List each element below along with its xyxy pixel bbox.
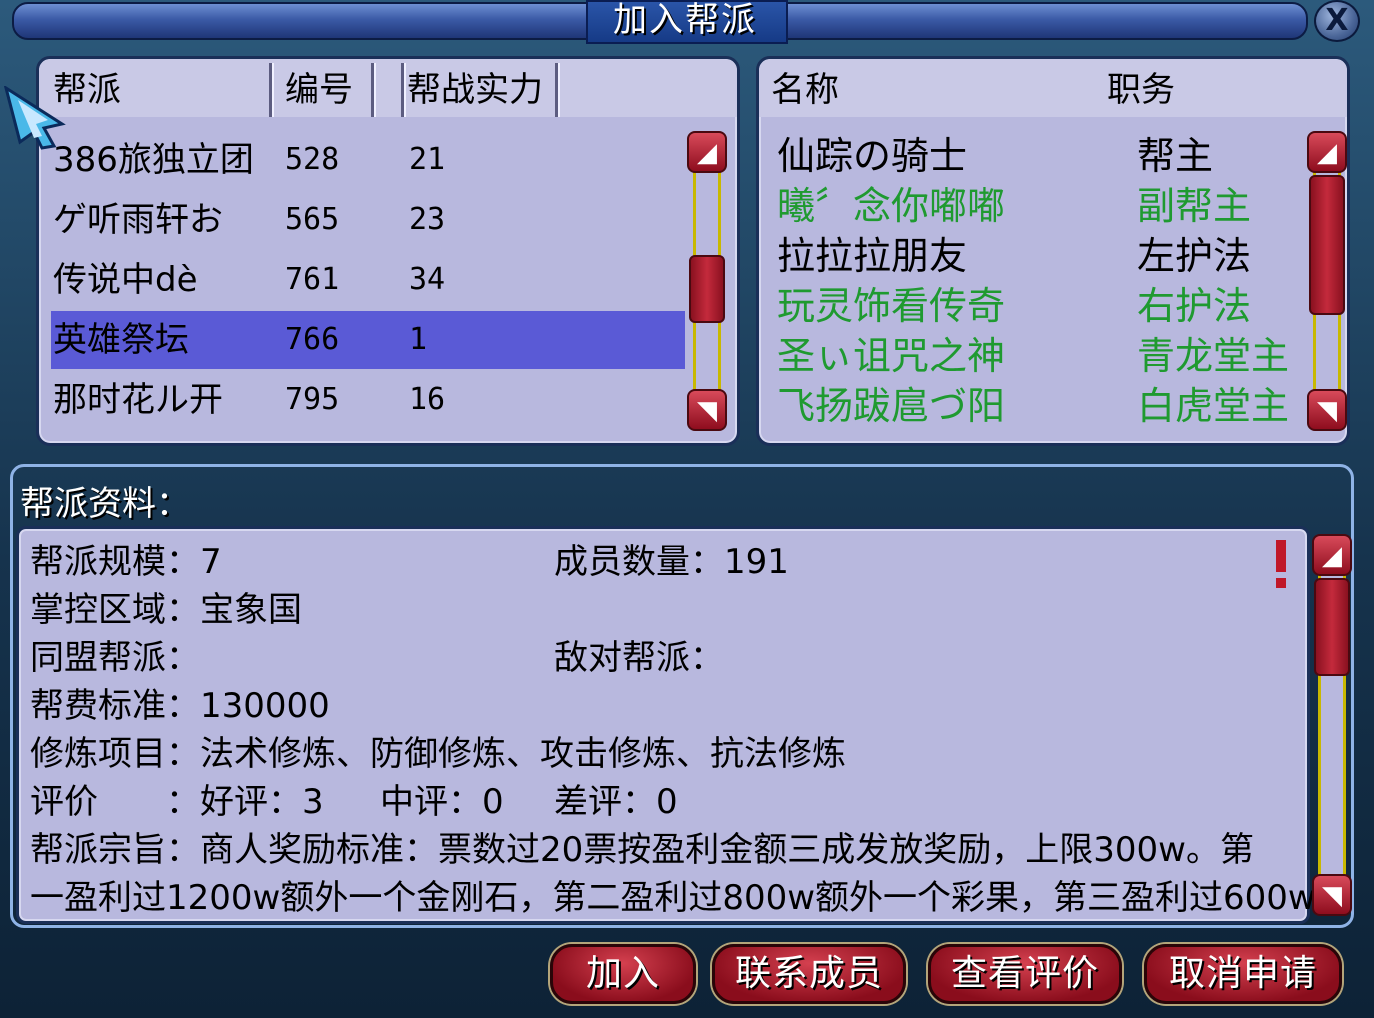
member-role: 副帮主 (1137, 184, 1252, 228)
info-section-title: 帮派资料： (20, 484, 190, 524)
guild-id: 795 (285, 382, 340, 417)
guild-fee: 帮费标准：130000 (30, 686, 330, 726)
guild-list-panel: 帮派 编号 帮战实力 386旅独立团 528 21 ゲ听雨轩お 565 23 传说中dè 76… (36, 56, 740, 446)
rating-good: 评价 ：好评：3 (30, 782, 324, 822)
member-list-panel: 名称 职务 仙踪の骑士 帮主 曦〞念你嘟嘟 副帮主 拉拉拉朋友 左护法 玩灵饰看传奇 右护法圣… (756, 56, 1350, 446)
member-row[interactable]: 圣ぃ诅咒之神 青龙堂主 (777, 331, 1297, 381)
territory: 掌控区域：宝象国 (30, 590, 302, 630)
member-name: 拉拉拉朋友 (777, 234, 968, 278)
guild-row[interactable]: 那时花ル开 795 16 (51, 371, 685, 429)
allied-guilds: 同盟帮派： (30, 638, 200, 678)
member-row[interactable]: 曦〞念你嘟嘟 副帮主 (777, 181, 1297, 231)
guild-id: 761 (285, 262, 340, 297)
member-list-scrollbar[interactable]: ◢ ◥ (1307, 131, 1347, 433)
view-rating-button[interactable]: 查看评价 (928, 944, 1122, 1004)
member-row[interactable]: 仙踪の骑士 帮主 (777, 131, 1297, 181)
guild-list-scrollbar[interactable]: ◢ ◥ (687, 131, 727, 433)
guild-row[interactable]: 386旅独立团 528 21 (51, 131, 685, 189)
member-row[interactable]: 拉拉拉朋友 左护法 (777, 231, 1297, 281)
exclamation-icon (1276, 540, 1286, 588)
member-row[interactable]: 玩灵饰看传奇 右护法 (777, 281, 1297, 331)
guild-row[interactable]: 英雄祭坛 766 1 (51, 311, 685, 369)
column-divider (555, 63, 558, 117)
cursor-icon (4, 86, 66, 150)
guild-purpose-line-1: 帮派宗旨：商人奖励标准：票数过20票按盈利金额三成发放奖励，上限300w。第 (30, 830, 1254, 870)
join-button[interactable]: 加入 (550, 944, 696, 1004)
member-row[interactable]: 飞扬跋扈づ阳 白虎堂主 (777, 381, 1297, 431)
rating-neutral: 中评：0 (380, 782, 504, 822)
column-divider (371, 63, 374, 117)
guild-row[interactable]: 传说中dè 761 34 (51, 251, 685, 309)
guild-id: 528 (285, 142, 340, 177)
scroll-down-arrow-icon[interactable]: ◥ (1312, 874, 1352, 916)
guild-id: 565 (285, 202, 340, 237)
column-id[interactable]: 编号 (285, 65, 353, 115)
member-list-header: 名称 职务 (759, 59, 1347, 117)
enemy-guilds: 敌对帮派： (554, 638, 724, 678)
column-divider (401, 63, 404, 117)
scroll-up-arrow-icon[interactable]: ◢ (1307, 131, 1347, 173)
guild-power: 16 (409, 382, 446, 417)
info-scrollbar[interactable]: ◢ ◥ (1312, 534, 1352, 916)
member-name: 曦〞念你嘟嘟 (777, 184, 1006, 228)
guild-power: 34 (409, 262, 446, 297)
guild-name: ゲ听雨轩お (53, 200, 223, 240)
scroll-up-arrow-icon[interactable]: ◢ (1312, 534, 1352, 576)
member-role: 右护法 (1137, 284, 1252, 328)
guild-power: 1 (409, 322, 428, 357)
guild-name: 传说中dè (53, 260, 198, 300)
member-name: 仙踪の骑士 (777, 134, 968, 178)
column-divider (269, 63, 272, 117)
guild-name: 英雄祭坛 (53, 320, 189, 360)
guild-name: 386旅独立团 (53, 140, 254, 180)
scroll-down-arrow-icon[interactable]: ◥ (1307, 389, 1347, 431)
scrollbar-thumb[interactable] (689, 255, 725, 323)
member-role: 帮主 (1137, 134, 1214, 178)
guild-join-window: 加入帮派 X 帮派 编号 帮战实力 386旅独立团 528 21 ゲ听雨轩お 565 23… (0, 0, 1374, 1018)
window-title: 加入帮派 (613, 0, 757, 40)
guild-id: 766 (285, 322, 340, 357)
scrollbar-thumb[interactable] (1314, 578, 1350, 676)
scrollbar-thumb[interactable] (1309, 175, 1345, 315)
member-role: 左护法 (1137, 234, 1252, 278)
guild-row[interactable]: ゲ听雨轩お 565 23 (51, 191, 685, 249)
close-button[interactable]: X (1314, 0, 1360, 42)
column-member-name[interactable]: 名称 (771, 65, 839, 115)
cancel-application-button[interactable]: 取消申请 (1144, 944, 1342, 1004)
member-role: 白虎堂主 (1137, 384, 1290, 428)
guild-list-header: 帮派 编号 帮战实力 (39, 59, 737, 117)
member-name: 圣ぃ诅咒之神 (777, 334, 1006, 378)
guild-power: 23 (409, 202, 446, 237)
scroll-up-arrow-icon[interactable]: ◢ (687, 131, 727, 173)
column-power[interactable]: 帮战实力 (407, 65, 543, 115)
guild-name: 那时花ル开 (53, 380, 223, 420)
column-member-role[interactable]: 职务 (1107, 65, 1175, 115)
member-count: 成员数量：191 (554, 542, 789, 582)
member-role: 青龙堂主 (1137, 334, 1290, 378)
guild-purpose-line-2: 一盈利过1200w额外一个金刚石，第二盈利过800w额外一个彩果，第三盈利过60… (30, 878, 1316, 918)
guild-power: 21 (409, 142, 446, 177)
contact-member-button[interactable]: 联系成员 (712, 944, 906, 1004)
training-items: 修炼项目：法术修炼、防御修炼、攻击修炼、抗法修炼 (30, 734, 846, 774)
guild-scale: 帮派规模：7 (30, 542, 222, 582)
member-name: 玩灵饰看传奇 (777, 284, 1006, 328)
member-name: 飞扬跋扈づ阳 (777, 384, 1006, 428)
scroll-down-arrow-icon[interactable]: ◥ (687, 389, 727, 431)
rating-bad: 差评：0 (554, 782, 678, 822)
